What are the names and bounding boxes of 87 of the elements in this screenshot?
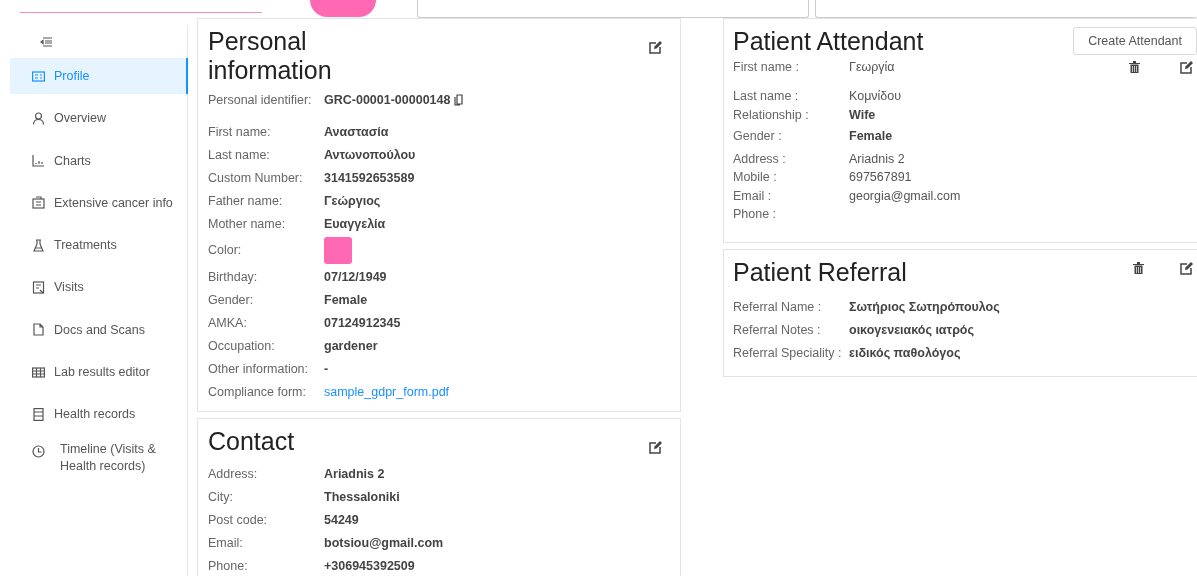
chart-icon [32, 154, 45, 168]
sidebar-item[interactable]: Overview [10, 100, 188, 137]
sidebar-item[interactable]: Extensive cancer info [10, 184, 188, 221]
field-value: 697567891 [849, 170, 912, 185]
field-label: AMKA: [208, 315, 248, 330]
sidebar-item[interactable]: Treatments [10, 227, 188, 264]
records-icon [32, 407, 45, 421]
field-value: +306945392509 [324, 558, 415, 573]
field-value: Αναστασία [324, 124, 389, 139]
delete-icon[interactable] [1133, 262, 1144, 274]
field-label: Referral Speciality : [733, 345, 843, 360]
create-attendant-button[interactable]: Create Attendant [1073, 27, 1197, 55]
edit-icon[interactable] [649, 41, 662, 54]
field-label: Relationship : [733, 107, 810, 122]
field-value: botsiou@gmail.com [324, 535, 444, 550]
field-label: Mobile : [733, 170, 778, 185]
field-value: gardener [324, 338, 378, 353]
file-icon [32, 323, 45, 337]
field-label: Personal identifier: [208, 92, 313, 107]
field-value: Ευαγγελία [324, 216, 386, 231]
field-value: Γεωργία [849, 60, 895, 74]
card-title: Personal information [208, 27, 333, 85]
field-label: Compliance form: [208, 384, 307, 399]
field-value: 3141592653589 [324, 170, 415, 185]
field-label: Phone : [733, 207, 778, 222]
field-label: Occupation: [208, 338, 276, 353]
field-value: Αντωνοπούλου [324, 147, 416, 162]
field-label: Address: [208, 466, 259, 481]
field-value: Ariadnis 2 [324, 466, 385, 481]
sidebar-item[interactable]: Timeline (Visits & Health records) [10, 438, 188, 479]
form-icon [32, 281, 45, 294]
field-value: 07/12/1949 [324, 269, 387, 284]
field-value: GRC-00001-00000148 [324, 92, 451, 107]
field-label: First name: [208, 124, 272, 139]
field-label: Referral Name : [733, 299, 823, 314]
field-label: Other information: [208, 361, 310, 376]
sidebar-item[interactable]: Docs and Scans [10, 311, 188, 348]
field-value: Thessaloniki [324, 489, 400, 504]
field-label: Email : [733, 188, 773, 203]
field-label: Father name: [208, 193, 284, 208]
sidebar-item[interactable]: Lab results editor [10, 354, 188, 391]
field-value: οικογενειακός ιατρός [849, 322, 974, 337]
field-label: Last name : [733, 89, 800, 104]
field-label: Address : [733, 151, 787, 166]
edit-icon[interactable] [1180, 262, 1193, 275]
field-label: Post code: [208, 512, 269, 527]
field-label: Mother name: [208, 216, 287, 231]
card-title: Patient Attendant [733, 27, 925, 56]
menu-fold-icon[interactable] [40, 37, 52, 47]
card-title: Patient Referral [733, 258, 908, 287]
field-label: Phone: [208, 558, 249, 573]
copy-icon[interactable] [454, 93, 464, 106]
card-title: Contact [208, 427, 295, 456]
building-icon [32, 196, 45, 210]
field-label: Gender : [733, 129, 783, 144]
field-value: 54249 [324, 512, 359, 527]
field-value: - [324, 361, 329, 376]
edit-icon[interactable] [1180, 60, 1193, 74]
field-label: First name : [733, 60, 800, 74]
field-value: Γεώργιος [324, 193, 381, 208]
flask-icon [32, 238, 45, 252]
field-value: Σωτήριος Σωτηρόπουλος [849, 299, 1000, 314]
field-label: Custom Number: [208, 170, 304, 185]
field-value: Κομνίδου [849, 89, 902, 104]
table-icon [32, 365, 45, 379]
field-value: 07124912345 [324, 315, 401, 330]
sidebar-item[interactable]: Visits [10, 269, 188, 306]
sidebar-item[interactable]: Health records [10, 396, 188, 433]
field-value: ειδικός παθολόγος [849, 345, 961, 360]
clock-icon [32, 444, 45, 458]
user-icon [32, 111, 45, 125]
field-value: Wife [849, 107, 876, 122]
field-label: Birthday: [208, 269, 259, 284]
field-label: Last name: [208, 147, 271, 162]
field-label: Referral Notes : [733, 322, 822, 337]
field-value: georgia@gmail.com [849, 188, 961, 203]
field-label: Email: [208, 535, 244, 550]
field-value: Female [324, 292, 368, 307]
edit-icon[interactable] [649, 441, 662, 454]
field-value: Ariadnis 2 [849, 151, 905, 166]
delete-icon[interactable] [1129, 61, 1140, 73]
field-label: Gender: [208, 292, 255, 307]
sidebar-item[interactable]: Charts [10, 142, 188, 179]
field-label: Color: [208, 243, 243, 257]
field-value: Female [849, 129, 893, 144]
field-label: City: [208, 489, 234, 504]
id-card-icon [32, 69, 45, 83]
